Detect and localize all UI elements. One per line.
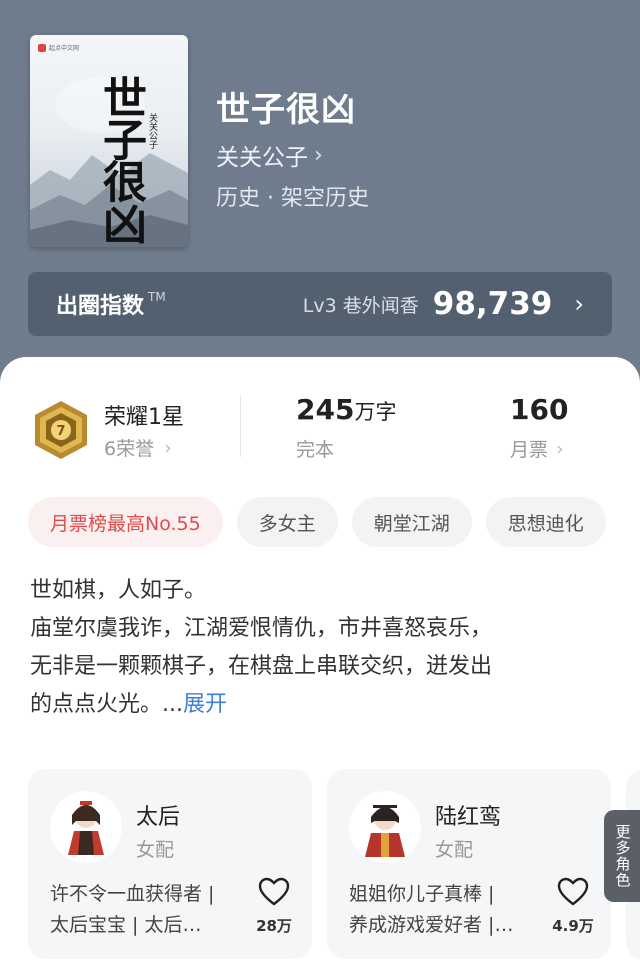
book-cover[interactable]: 起点中文网 世子很凶 关关公子 <box>30 35 188 247</box>
heart-icon[interactable] <box>555 877 591 911</box>
book-title: 世子很凶 <box>216 90 356 130</box>
character-name: 陆红鸾 <box>435 805 502 830</box>
character-role: 女配 <box>136 839 175 861</box>
tag-item[interactable]: 朝堂江湖 <box>351 497 472 547</box>
circle-index-value: Lv3 巷外闻香 98,739 › <box>303 286 584 322</box>
chevron-right-icon: › <box>574 290 584 318</box>
cover-title: 世子很凶 <box>95 75 146 243</box>
heart-icon[interactable] <box>256 877 292 911</box>
tag-item[interactable]: 多女主 <box>236 497 338 547</box>
stats-divider <box>240 395 241 457</box>
description-line: 的点点火光。...展开 <box>30 692 227 717</box>
honor-medal-icon[interactable]: 7 <box>32 399 90 461</box>
book-genre: 历史 · 架空历史 <box>216 186 369 211</box>
character-tags: 许不令一血获得者 | 太后宝宝 | 太后… <box>50 883 215 936</box>
like-count: 28万 <box>256 917 292 935</box>
book-description[interactable]: 世如棋，人如子。 庙堂尔虞我诈，江湖爱恨情仇，市井喜怒哀乐， 无非是一颗颗棋子，… <box>30 572 610 724</box>
honor-title[interactable]: 荣耀1星 <box>104 399 184 431</box>
stats-row: 7 荣耀1星 6荣誉 › 245万字 完本 160 月票 › <box>0 387 640 467</box>
chevron-right-icon: › <box>164 436 172 459</box>
book-header: 起点中文网 世子很凶 关关公子 世子很凶 关关公子 › 历史 · 架空历史 出圈… <box>0 0 640 380</box>
circle-level: Lv3 巷外闻香 <box>302 294 419 317</box>
medal-number: 7 <box>56 424 65 439</box>
like-count: 4.9万 <box>552 917 594 935</box>
publisher-logo-icon <box>38 43 46 52</box>
circle-index-label: 出圈指数 TM <box>56 290 166 319</box>
cover-publisher: 起点中文网 <box>38 43 79 52</box>
tag-item[interactable]: 思想迪化 <box>485 497 606 547</box>
character-cards: 太后 女配 许不令一血获得者 | 太后宝宝 | 太后… 28万 陆红鸾 女配 姐… <box>28 769 640 959</box>
more-characters-button[interactable]: 更多角色 <box>604 810 640 902</box>
character-card[interactable]: 太后 女配 许不令一血获得者 | 太后宝宝 | 太后… 28万 <box>28 769 312 959</box>
word-count: 245万字 <box>296 393 397 426</box>
book-detail-sheet: 7 荣耀1星 6荣誉 › 245万字 完本 160 月票 › 月票榜最高No.5… <box>0 357 640 977</box>
chevron-right-icon: › <box>314 142 323 168</box>
tag-ranking[interactable]: 月票榜最高No.55 <box>28 497 223 547</box>
monthly-ticket-count: 160 <box>510 393 569 426</box>
description-line: 无非是一颗颗棋子，在棋盘上串联交织，迸发出 <box>30 654 493 679</box>
completion-status: 完本 <box>296 439 335 461</box>
chevron-right-icon: › <box>556 437 564 460</box>
character-role: 女配 <box>435 839 474 861</box>
honor-count[interactable]: 6荣誉 › <box>104 434 172 461</box>
character-name: 太后 <box>136 805 181 830</box>
character-avatar <box>349 791 421 863</box>
character-card[interactable]: 陆红鸾 女配 姐姐你儿子真棒 | 养成游戏爱好者 |… 4.9万 <box>327 769 611 959</box>
circle-index-bar[interactable]: 出圈指数 TM Lv3 巷外闻香 98,739 › <box>28 272 612 336</box>
author-name: 关关公子 <box>216 145 308 171</box>
monthly-ticket-link[interactable]: 月票 › <box>510 435 564 462</box>
character-tags: 姐姐你儿子真棒 | 养成游戏爱好者 |… <box>349 883 514 936</box>
trademark-mark: TM <box>148 290 166 304</box>
author-link[interactable]: 关关公子 › <box>216 138 323 172</box>
description-line: 庙堂尔虞我诈，江湖爱恨情仇，市井喜怒哀乐， <box>30 616 493 641</box>
tag-list: 月票榜最高No.55 多女主 朝堂江湖 思想迪化 <box>28 497 640 549</box>
circle-score: 98,739 <box>432 286 553 322</box>
character-avatar <box>50 791 122 863</box>
cover-author: 关关公子 <box>147 113 157 149</box>
expand-link[interactable]: 展开 <box>183 692 227 717</box>
description-line: 世如棋，人如子。 <box>30 578 207 603</box>
